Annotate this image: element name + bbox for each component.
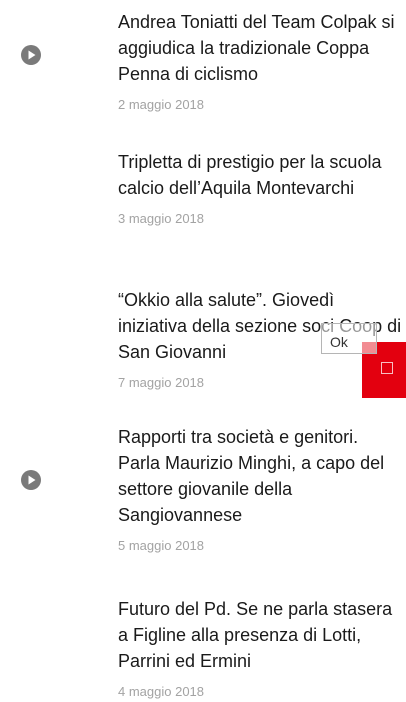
- list-item[interactable]: Andrea Toniatti del Team Colpak si aggiu…: [118, 9, 404, 113]
- list-item[interactable]: Tripletta di prestigio per la scuola cal…: [118, 149, 404, 227]
- article-title[interactable]: Futuro del Pd. Se ne parla stasera a Fig…: [118, 596, 404, 674]
- article-date: 4 maggio 2018: [118, 684, 205, 699]
- article-date: 3 maggio 2018: [118, 211, 205, 226]
- square-icon: [381, 362, 393, 374]
- play-video-icon[interactable]: [19, 468, 43, 492]
- article-title[interactable]: Rapporti tra società e genitori. Parla M…: [118, 424, 404, 528]
- article-date: 5 maggio 2018: [118, 538, 205, 553]
- article-title[interactable]: Andrea Toniatti del Team Colpak si aggiu…: [118, 9, 404, 87]
- ok-button[interactable]: Ok: [321, 323, 377, 354]
- list-item[interactable]: Futuro del Pd. Se ne parla stasera a Fig…: [118, 596, 404, 700]
- play-video-icon[interactable]: [19, 43, 43, 67]
- article-title[interactable]: Tripletta di prestigio per la scuola cal…: [118, 149, 404, 201]
- list-item[interactable]: Rapporti tra società e genitori. Parla M…: [118, 424, 404, 554]
- article-date: 2 maggio 2018: [118, 97, 205, 112]
